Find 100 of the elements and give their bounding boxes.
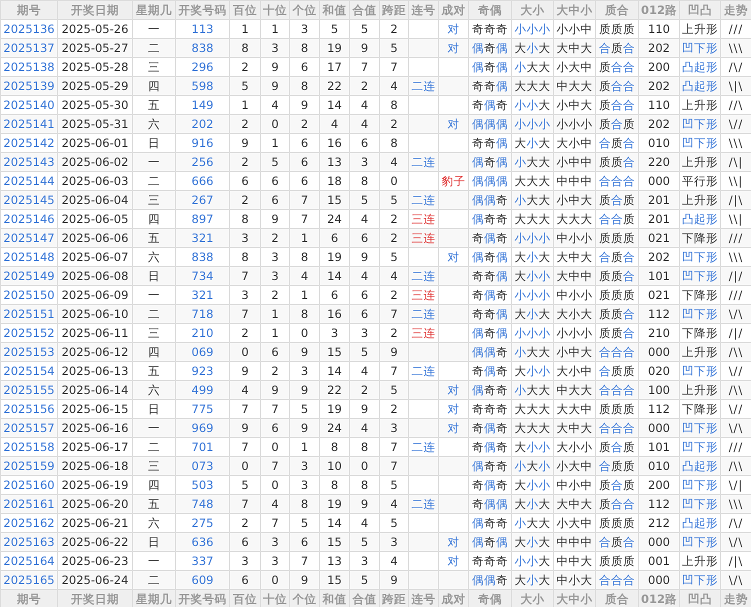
table-cell: 小中中 bbox=[554, 152, 596, 172]
table-cell: 合合合 bbox=[596, 380, 638, 400]
column-header: 开奖号码 bbox=[176, 590, 230, 607]
table-cell: 3 bbox=[290, 456, 320, 476]
issue-link[interactable]: 2025155 bbox=[0, 380, 58, 400]
table-cell: 2 bbox=[350, 380, 380, 400]
table-cell: 8 bbox=[290, 494, 320, 514]
table-cell: 9 bbox=[350, 494, 380, 514]
table-cell: 日 bbox=[132, 532, 176, 552]
issue-link[interactable]: 2025149 bbox=[0, 266, 58, 286]
issue-link[interactable]: 2025153 bbox=[0, 342, 58, 362]
table-cell: 大中中 bbox=[554, 266, 596, 286]
issue-link[interactable]: 2025151 bbox=[0, 304, 58, 324]
table-cell: 9 bbox=[260, 380, 290, 400]
issue-link[interactable]: 2025157 bbox=[0, 418, 58, 438]
table-cell: /|\ bbox=[720, 190, 751, 210]
column-header: 个位 bbox=[290, 590, 320, 607]
table-cell: 202 bbox=[176, 114, 230, 134]
table-cell: 偶偶奇 bbox=[468, 342, 512, 362]
table-cell: 2025-06-18 bbox=[58, 456, 132, 476]
table-cell: 8 bbox=[290, 304, 320, 324]
table-cell: 6 bbox=[260, 342, 290, 362]
table-cell: 321 bbox=[176, 228, 230, 248]
table-cell: 15 bbox=[320, 190, 350, 210]
table-cell: 5 bbox=[380, 190, 408, 210]
table-cell: 101 bbox=[638, 266, 680, 286]
table-cell: 10 bbox=[320, 456, 350, 476]
table-cell: 267 bbox=[176, 190, 230, 210]
column-header: 走势 bbox=[720, 590, 751, 607]
table-cell: 二 bbox=[132, 304, 176, 324]
table-cell: 3 bbox=[260, 266, 290, 286]
table-cell: 7 bbox=[380, 304, 408, 324]
table-cell: 1 bbox=[260, 304, 290, 324]
table-cell: 合质质 bbox=[596, 456, 638, 476]
table-cell: 凸起形 bbox=[680, 76, 720, 96]
table-cell: 2 bbox=[230, 190, 260, 210]
table-cell: 质质合 bbox=[596, 304, 638, 324]
column-header: 开奖号码 bbox=[176, 0, 230, 20]
table-cell: 5 bbox=[350, 190, 380, 210]
issue-link[interactable]: 2025163 bbox=[0, 532, 58, 552]
table-cell: 6 bbox=[290, 532, 320, 552]
table-cell: 6 bbox=[320, 228, 350, 248]
table-cell: 010 bbox=[638, 456, 680, 476]
table-cell: 4 bbox=[350, 114, 380, 134]
table-cell: 598 bbox=[176, 76, 230, 96]
table-cell: 三连 bbox=[408, 228, 438, 248]
table-cell: 6 bbox=[260, 190, 290, 210]
table-cell: 6 bbox=[230, 532, 260, 552]
column-header: 跨距 bbox=[380, 0, 408, 20]
table-cell: /\\ bbox=[720, 342, 751, 362]
table-cell: 大小大 bbox=[512, 494, 554, 514]
table-cell: 2025-06-20 bbox=[58, 494, 132, 514]
table-cell: 8 bbox=[290, 76, 320, 96]
issue-link[interactable]: 2025139 bbox=[0, 76, 58, 96]
table-cell: 小大大 bbox=[512, 152, 554, 172]
table-cell: 4 bbox=[350, 418, 380, 438]
table-cell: 1 bbox=[290, 228, 320, 248]
table-cell: 凹下形 bbox=[680, 38, 720, 58]
issue-link[interactable]: 2025143 bbox=[0, 152, 58, 172]
table-cell: 2025-06-08 bbox=[58, 266, 132, 286]
column-header: 大中小 bbox=[554, 590, 596, 607]
issue-link[interactable]: 2025159 bbox=[0, 456, 58, 476]
table-cell: 000 bbox=[638, 532, 680, 552]
column-header: 和值 bbox=[320, 0, 350, 20]
table-cell: 7 bbox=[290, 190, 320, 210]
column-header: 十位 bbox=[260, 590, 290, 607]
table-cell: 0 bbox=[260, 114, 290, 134]
table-cell: 小大中 bbox=[554, 456, 596, 476]
table-cell: 220 bbox=[638, 152, 680, 172]
column-header: 合值 bbox=[350, 0, 380, 20]
table-cell: 五 bbox=[132, 494, 176, 514]
table-cell: 凹下形 bbox=[680, 304, 720, 324]
table-cell: 2025-06-06 bbox=[58, 228, 132, 248]
table-cell: 大小大 bbox=[512, 570, 554, 590]
table-cell: 9 bbox=[230, 418, 260, 438]
table-cell: 偶奇偶 bbox=[468, 152, 512, 172]
table-cell: 202 bbox=[638, 114, 680, 134]
table-cell: 偶偶奇 bbox=[468, 570, 512, 590]
table-cell: 112 bbox=[638, 304, 680, 324]
table-cell: 13 bbox=[320, 152, 350, 172]
table-cell: 9 bbox=[350, 38, 380, 58]
table-cell: 质合合 bbox=[596, 494, 638, 514]
issue-link[interactable]: 2025141 bbox=[0, 114, 58, 134]
table-cell: 6 bbox=[290, 152, 320, 172]
table-cell: 合质合 bbox=[596, 38, 638, 58]
issue-link[interactable]: 2025147 bbox=[0, 228, 58, 248]
column-header: 连号 bbox=[408, 0, 438, 20]
table-cell: 838 bbox=[176, 38, 230, 58]
issue-link[interactable]: 2025165 bbox=[0, 570, 58, 590]
table-cell: 中小小 bbox=[554, 228, 596, 248]
table-cell: 六 bbox=[132, 380, 176, 400]
table-cell: 202 bbox=[638, 76, 680, 96]
table-cell: 2 bbox=[290, 114, 320, 134]
table-cell: 凹下形 bbox=[680, 114, 720, 134]
table-cell: 22 bbox=[320, 76, 350, 96]
issue-link[interactable]: 2025137 bbox=[0, 38, 58, 58]
table-cell: 奇奇偶 bbox=[468, 304, 512, 324]
issue-link[interactable]: 2025145 bbox=[0, 190, 58, 210]
table-cell: 718 bbox=[176, 304, 230, 324]
issue-link[interactable]: 2025161 bbox=[0, 494, 58, 514]
